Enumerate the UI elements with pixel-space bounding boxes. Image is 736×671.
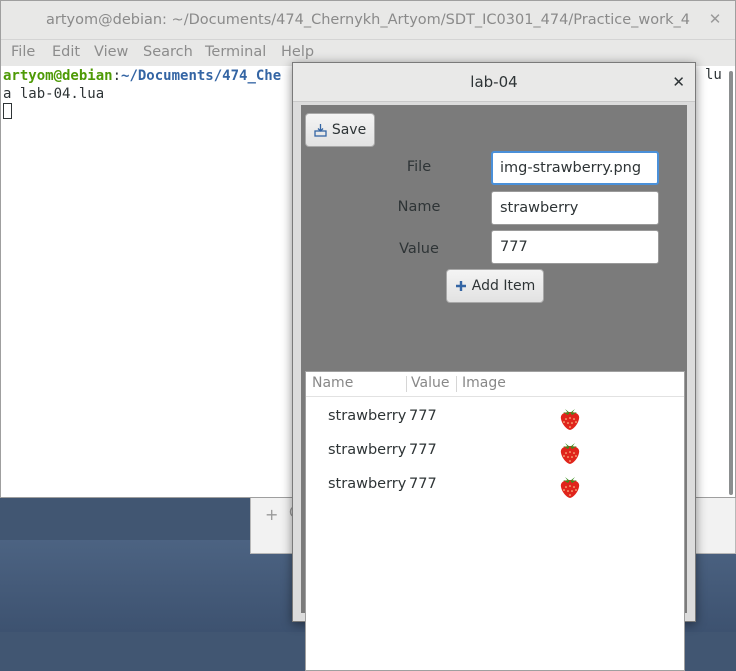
strawberry-icon: [560, 443, 580, 464]
column-image[interactable]: Image: [462, 375, 506, 391]
plus-icon: +: [265, 505, 279, 524]
menu-search[interactable]: Search: [143, 44, 193, 60]
row-name: strawberry: [328, 442, 407, 458]
close-icon[interactable]: ✕: [672, 63, 685, 101]
plus-icon: [455, 281, 466, 291]
value-label: Value: [399, 241, 439, 257]
terminal-overflow-text: lu: [705, 67, 722, 83]
add-item-button[interactable]: Add Item: [446, 269, 544, 303]
list-row[interactable]: strawberry 777: [306, 468, 684, 502]
prompt-path: ~/Documents/474_Che: [121, 68, 282, 84]
strawberry-icon: [560, 409, 580, 430]
row-value: 777: [409, 442, 437, 458]
terminal-title: artyom@debian: ~/Documents/474_Chernykh_…: [1, 1, 735, 40]
row-value: 777: [409, 476, 437, 492]
menu-help[interactable]: Help: [281, 44, 314, 60]
save-label: Save: [331, 122, 367, 138]
lab04-window: lab-04 ✕ Save File img-strawberry.png Na…: [292, 62, 696, 671]
name-label: Name: [397, 199, 441, 215]
lab04-title: lab-04: [293, 63, 695, 102]
list-row[interactable]: strawberry 777: [306, 434, 684, 468]
items-list[interactable]: Name Value Image strawberry 777 strawber…: [305, 371, 685, 671]
save-button[interactable]: Save: [305, 113, 375, 147]
lab04-content: Save File img-strawberry.png Name strawb…: [301, 105, 687, 671]
column-separator: [456, 376, 457, 392]
save-icon: [314, 124, 327, 137]
value-input[interactable]: 777: [491, 230, 659, 264]
terminal-scrollbar[interactable]: [729, 71, 733, 495]
prompt-user: artyom@debian: [3, 68, 113, 84]
file-input[interactable]: img-strawberry.png: [491, 151, 659, 185]
terminal-cursor: [3, 103, 12, 119]
add-item-label: Add Item: [471, 278, 536, 294]
list-header: Name Value Image: [306, 372, 684, 397]
menu-view[interactable]: View: [94, 44, 128, 60]
column-name[interactable]: Name: [312, 375, 353, 391]
terminal-close-icon[interactable]: ✕: [707, 11, 723, 27]
column-value[interactable]: Value: [411, 375, 449, 391]
menu-file[interactable]: File: [11, 44, 35, 60]
column-separator: [406, 376, 407, 392]
row-name: strawberry: [328, 476, 407, 492]
menu-edit[interactable]: Edit: [52, 44, 80, 60]
row-value: 777: [409, 408, 437, 424]
strawberry-icon: [560, 477, 580, 498]
file-label: File: [406, 159, 432, 175]
prompt-separator: :: [112, 68, 122, 84]
menu-terminal[interactable]: Terminal: [205, 44, 266, 60]
name-input[interactable]: strawberry: [491, 191, 659, 225]
list-row[interactable]: strawberry 777: [306, 400, 684, 434]
row-name: strawberry: [328, 408, 407, 424]
